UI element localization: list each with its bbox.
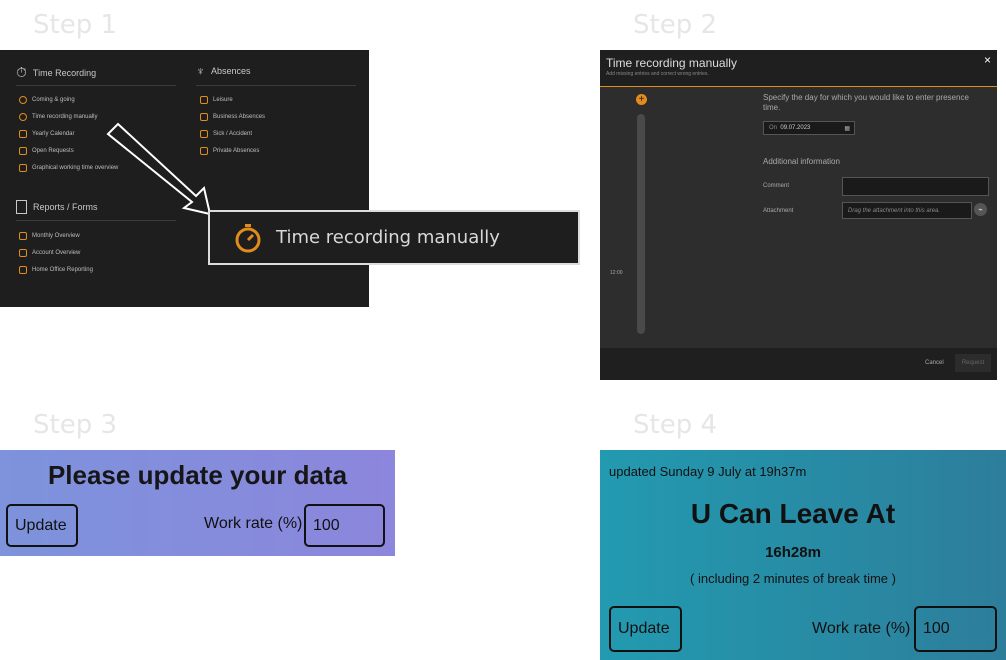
dialog-footer: Cancel Request — [600, 348, 997, 380]
menu-item-leisure[interactable]: Leisure — [200, 96, 233, 104]
dialog-subtitle: Add missing entries and correct wrong en… — [606, 71, 709, 77]
arrow-icon — [106, 122, 212, 216]
additional-info-heading: Additional information — [763, 157, 840, 166]
document-icon — [19, 232, 27, 240]
palm-tree-icon: ♆ — [196, 64, 205, 78]
menu-item-label: Monthly Overview — [32, 233, 80, 239]
menu-item-open-requests[interactable]: Open Requests — [19, 147, 74, 155]
menu-item-account-overview[interactable]: Account Overview — [19, 249, 80, 257]
menu-item-monthly-overview[interactable]: Monthly Overview — [19, 232, 80, 240]
comment-label: Comment — [763, 183, 790, 189]
time-recording-dialog: Time recording manually Add missing entr… — [600, 50, 997, 380]
step-4-label: Step 4 — [633, 410, 718, 440]
work-rate-input[interactable]: 100 — [914, 606, 997, 652]
close-icon[interactable]: × — [984, 53, 991, 67]
time-slider[interactable] — [637, 114, 645, 334]
menu-item-label: Leisure — [213, 97, 233, 103]
date-prefix: On — [769, 125, 778, 131]
request-button[interactable]: Request — [955, 354, 991, 372]
attachment-label: Attachment — [763, 208, 794, 214]
update-button[interactable]: Update — [6, 504, 78, 547]
time-tick-label: 12:00 — [610, 270, 623, 276]
date-field[interactable]: On 09.07.2023 ▦ — [763, 121, 855, 135]
leave-time-panel: updated Sunday 9 July at 19h37m U Can Le… — [600, 450, 1006, 660]
menu-item-label: Business Absences — [213, 114, 266, 120]
time-recording-title: Time Recording — [32, 67, 97, 78]
update-heading: Please update your data — [47, 460, 348, 490]
attachment-dropzone[interactable]: Drag the attachment into this area. — [842, 202, 972, 219]
menu-item-label: Yearly Calendar — [32, 131, 75, 137]
menu-item-label: Home Office Reporting — [32, 267, 93, 273]
step-1-label: Step 1 — [33, 10, 118, 40]
menu-item-yearly-calendar[interactable]: Yearly Calendar — [19, 130, 74, 138]
dialog-header: Time recording manually Add missing entr… — [600, 50, 997, 87]
dialog-instruction: Specify the day for which you would like… — [763, 93, 969, 112]
leave-time: 16h28m — [765, 544, 821, 561]
menu-item-coming-going[interactable]: Coming & going — [19, 96, 75, 104]
break-note: ( including 2 minutes of break time ) — [690, 571, 896, 586]
update-data-panel: Please update your data Update Work rate… — [0, 450, 395, 556]
work-rate-input[interactable]: 100 — [304, 504, 385, 547]
update-button[interactable]: Update — [609, 606, 682, 652]
dialog-title: Time recording manually — [606, 56, 737, 70]
time-recording-manually-callout[interactable]: Time recording manually — [208, 210, 580, 265]
cancel-button[interactable]: Cancel — [925, 360, 944, 366]
divider — [196, 85, 356, 86]
chart-icon — [19, 164, 27, 172]
step-2-label: Step 2 — [633, 10, 718, 40]
absences-section: ♆ Absences — [196, 64, 251, 78]
step-3-label: Step 3 — [33, 410, 118, 440]
stopwatch-icon: ⏱ — [16, 64, 27, 80]
reports-section: Reports / Forms — [16, 200, 98, 214]
document-icon — [16, 200, 27, 214]
dialog-body: + 12:00 Specify the day for which you wo… — [600, 87, 997, 348]
calendar-icon[interactable]: ▦ — [844, 125, 850, 132]
stopwatch-icon — [235, 223, 261, 252]
menu-item-label: Time recording manually — [32, 114, 98, 120]
menu-item-label: Open Requests — [32, 148, 74, 154]
updated-timestamp: updated Sunday 9 July at 19h37m — [609, 464, 807, 479]
divider — [16, 220, 176, 221]
date-value: 09.07.2023 — [780, 125, 811, 131]
menu-item-time-recording-manually[interactable]: Time recording manually — [19, 113, 97, 121]
menu-item-label: Coming & going — [32, 97, 75, 103]
document-icon — [19, 249, 27, 257]
tablet-icon — [19, 147, 27, 155]
reports-title: Reports / Forms — [33, 202, 98, 212]
stopwatch-icon — [19, 113, 27, 121]
paperclip-icon[interactable]: ⌁ — [974, 203, 987, 216]
add-icon[interactable]: + — [636, 94, 647, 105]
menu-item-home-office-reporting[interactable]: Home Office Reporting — [19, 266, 93, 274]
divider — [16, 85, 176, 86]
leave-heading: U Can Leave At — [690, 498, 896, 529]
stopwatch-icon — [19, 96, 27, 104]
time-recording-section: ⏱ Time Recording — [16, 64, 96, 81]
callout-label: Time recording manually — [276, 227, 500, 248]
work-rate-label: Work rate (%) — [204, 515, 303, 532]
absences-title: Absences — [211, 66, 251, 76]
work-rate-label: Work rate (%) — [812, 620, 911, 637]
comment-field[interactable] — [842, 177, 989, 196]
calendar-icon — [200, 96, 208, 104]
document-icon — [19, 266, 27, 274]
menu-item-label: Account Overview — [32, 250, 81, 256]
calendar-icon — [19, 130, 27, 138]
